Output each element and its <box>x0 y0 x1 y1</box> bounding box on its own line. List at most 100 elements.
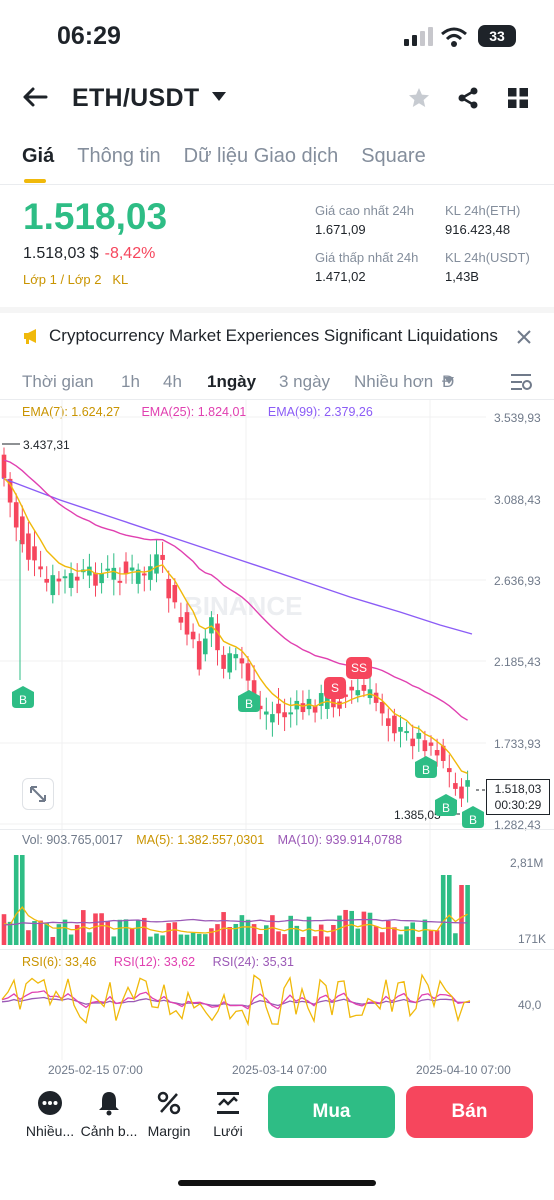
volume-bar <box>56 924 62 945</box>
candle-body <box>32 546 37 561</box>
volume-bar <box>166 923 171 945</box>
volume-bar <box>349 910 354 945</box>
sell-button[interactable]: Bán <box>406 1086 533 1138</box>
candle-body <box>166 578 171 599</box>
grid-button[interactable]: Lưới <box>200 1090 256 1139</box>
vol-axis-bottom: 171K <box>518 932 547 946</box>
vol-ma10-label: MA(10): 939.914,0788 <box>277 833 403 847</box>
high-marker-label: 3.437,31 <box>23 438 70 452</box>
candle-body <box>276 703 281 714</box>
grid-bot-icon <box>217 1092 239 1114</box>
candle-body <box>1 454 7 479</box>
candle-body <box>203 638 208 655</box>
candle-body <box>386 718 391 726</box>
volume-bar <box>386 920 391 945</box>
candle-body <box>117 580 123 583</box>
volume-bar <box>111 936 117 945</box>
candle-body <box>215 623 220 651</box>
volume-bar <box>38 920 43 945</box>
candle-body <box>26 533 31 560</box>
candle-body <box>337 701 342 709</box>
volume-bar <box>343 909 348 945</box>
current-price-box: 1.518,03 00:30:29 <box>486 779 550 815</box>
volume-bar <box>1 914 7 945</box>
volume-bar <box>160 935 165 945</box>
buy-marker[interactable]: B <box>238 690 260 717</box>
volume-bar <box>117 919 123 945</box>
volume-bar <box>62 919 68 945</box>
volume-bar <box>282 934 287 945</box>
volume-bar <box>325 936 330 945</box>
volume-bar <box>105 921 110 945</box>
volume-bar <box>318 924 324 945</box>
candle-body <box>264 711 269 715</box>
volume-bar <box>428 930 434 945</box>
candle-body <box>56 578 62 582</box>
volume-bar <box>148 936 153 945</box>
axis-label: 2.185,43 <box>494 655 541 669</box>
buy-marker[interactable]: B <box>435 794 457 821</box>
alert-button[interactable]: Cảnh b... <box>78 1090 140 1139</box>
countdown-label: 00:30:29 <box>494 798 542 812</box>
current-price-label: 1.518,03 <box>494 782 542 796</box>
candle-body <box>288 712 293 715</box>
buy-marker-label: B <box>422 763 430 777</box>
volume-bar <box>459 885 464 945</box>
candles <box>1 447 470 807</box>
volume-bar <box>276 931 281 945</box>
volume-bar <box>209 928 214 945</box>
volume-bar <box>367 912 373 945</box>
candle-body <box>111 567 117 580</box>
candle-body <box>221 654 226 669</box>
buy-button[interactable]: Mua <box>268 1086 395 1138</box>
rsi-legend: RSI(6): 33,46 RSI(12): 33,62 RSI(24): 35… <box>22 955 294 969</box>
candle-body <box>434 750 440 756</box>
candle-body <box>398 727 403 732</box>
volume-bar <box>434 930 440 945</box>
volume-bar <box>178 934 184 945</box>
volume-bar <box>196 933 202 945</box>
candle-body <box>428 742 434 746</box>
volume-bar <box>410 922 415 945</box>
volume-bars <box>1 855 470 945</box>
candle-body <box>148 566 153 580</box>
divider <box>0 949 554 950</box>
volume-bar <box>13 855 19 945</box>
sell-marker[interactable]: SS <box>346 657 372 679</box>
volume-bar <box>154 933 159 945</box>
volume-bar <box>44 923 49 945</box>
volume-bar <box>68 934 74 945</box>
volume-bar <box>87 932 92 945</box>
margin-button[interactable]: Margin <box>140 1090 198 1139</box>
candle-body <box>190 631 196 640</box>
alert-label: Cảnh b... <box>80 1123 138 1139</box>
marker-shape: B <box>415 756 437 778</box>
candle-body <box>422 740 428 752</box>
volume-bar <box>270 915 275 945</box>
volume-bar <box>184 934 190 945</box>
candle-body <box>379 701 385 714</box>
rsi6-line <box>1 973 471 1027</box>
volume-bar <box>135 920 141 945</box>
sell-marker[interactable]: S <box>324 677 346 699</box>
candle-body <box>196 641 202 670</box>
buy-marker[interactable]: B <box>12 686 34 713</box>
candle-body <box>416 732 422 739</box>
rsi-level-label: 40,0 <box>518 998 542 1012</box>
volume-bar <box>123 919 129 945</box>
axis-label: 3.088,43 <box>494 493 541 507</box>
candle-body <box>13 502 19 528</box>
volume-bar <box>312 936 318 945</box>
percent-icon <box>157 1091 181 1115</box>
candlestick-chart[interactable]: BINANCE 3.437,31 1.385,05 <box>0 0 554 1080</box>
more-button[interactable]: Nhiều... <box>20 1090 80 1139</box>
volume-bar <box>20 855 25 945</box>
volume-bar <box>50 936 56 945</box>
grid-label: Lưới <box>213 1123 243 1139</box>
candle-body <box>38 566 43 570</box>
marker-shape: B <box>12 686 34 708</box>
expand-button[interactable] <box>22 778 54 810</box>
buy-marker[interactable]: B <box>415 756 437 783</box>
candle-body <box>349 686 354 691</box>
marker-shape: B <box>462 806 484 828</box>
